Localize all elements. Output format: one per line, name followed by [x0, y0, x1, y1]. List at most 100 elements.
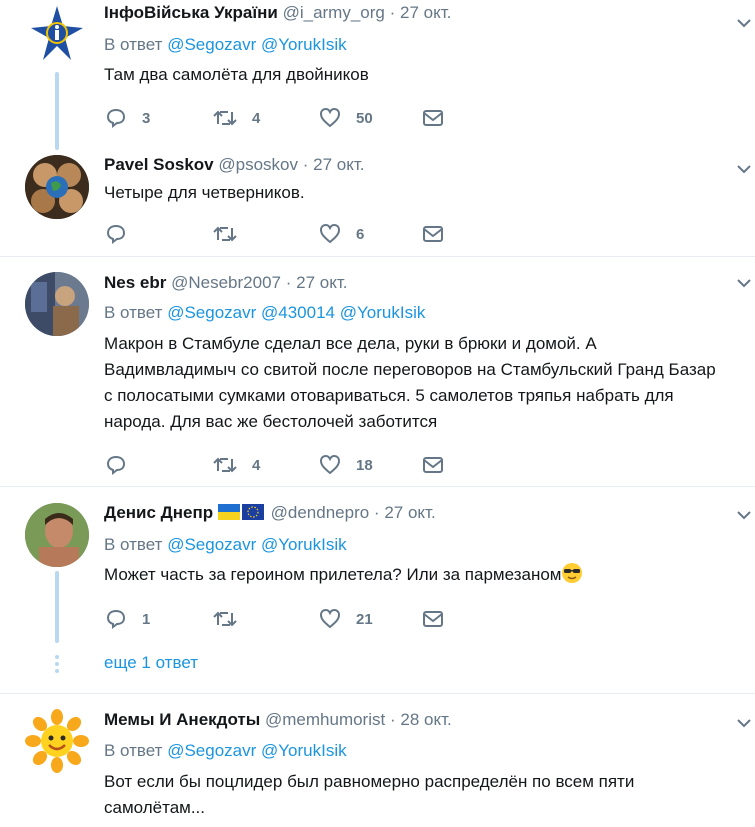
photo-avatar-icon [25, 272, 89, 336]
dm-button[interactable] [422, 222, 444, 246]
timestamp[interactable]: 27 окт. [400, 3, 451, 22]
handle[interactable]: @psoskov [218, 155, 298, 174]
tweet-header: ІнфоВійська України @i_army_org · 27 окт… [104, 2, 451, 24]
tweet-header: Денис Днепр @dendnepro · 27 окт. [104, 502, 436, 524]
like-button[interactable]: 21 [318, 607, 373, 631]
photo-avatar-icon [25, 503, 89, 567]
separator: · [302, 155, 309, 174]
sunflower-icon [25, 709, 89, 773]
reply-icon [106, 609, 126, 629]
dm-button[interactable] [422, 607, 444, 631]
retweet-button[interactable] [212, 222, 238, 246]
tweet[interactable]: Pavel Soskov @psoskov · 27 окт. Четыре д… [0, 150, 755, 255]
timestamp[interactable]: 27 окт. [313, 155, 364, 174]
chevron-down-icon[interactable] [737, 164, 751, 174]
mention-link[interactable]: @Segozavr [167, 35, 256, 54]
thread-line [55, 571, 59, 643]
reply-count: 3 [142, 109, 151, 127]
reply-button[interactable] [104, 222, 128, 246]
mention-link[interactable]: @YorukIsik [261, 741, 347, 760]
handle[interactable]: @dendnepro [271, 503, 370, 522]
reply-button[interactable]: 3 [104, 106, 150, 130]
mention-link[interactable]: @Segozavr [167, 303, 256, 322]
tweet[interactable]: Мемы И Анекдоты @memhumorist · 28 окт. В… [0, 694, 755, 827]
retweet-button[interactable]: 4 [212, 106, 260, 130]
tweet[interactable]: Nes ebr @Nesebr2007 · 27 окт. В ответ @S… [0, 257, 755, 485]
mention-link[interactable]: @YorukIsik [261, 535, 347, 554]
display-name[interactable]: Nes ebr [104, 273, 166, 292]
reply-context: В ответ @Segozavr @YorukIsik [104, 34, 347, 56]
army-emblem-icon [25, 2, 89, 66]
reply-button[interactable]: 1 [104, 607, 150, 631]
reply-icon [106, 224, 126, 244]
chevron-down-icon[interactable] [737, 718, 751, 728]
reply-prefix: В ответ [104, 741, 163, 760]
reply-icon [106, 455, 126, 475]
display-name[interactable]: ІнфоВійська України [104, 3, 278, 22]
avatar[interactable] [25, 709, 89, 773]
display-name[interactable]: Денис Днепр [104, 503, 213, 522]
reply-icon [106, 108, 126, 128]
tweet-header: Pavel Soskov @psoskov · 27 окт. [104, 154, 364, 176]
tweet[interactable]: Денис Днепр @dendnepro · 27 окт. В ответ… [0, 487, 755, 692]
avatar[interactable] [25, 272, 89, 336]
retweet-button[interactable]: 4 [212, 453, 260, 477]
like-button[interactable]: 6 [318, 222, 364, 246]
reply-count: 1 [142, 610, 151, 628]
mention-link[interactable]: @Segozavr [167, 741, 256, 760]
reply-button[interactable] [104, 453, 128, 477]
tweet-text-line: самолётам... [104, 798, 206, 817]
like-button[interactable]: 50 [318, 106, 373, 130]
avatar[interactable] [25, 2, 89, 66]
heart-icon [319, 107, 341, 128]
handle[interactable]: @memhumorist [265, 710, 385, 729]
separator: · [389, 3, 396, 22]
avatar[interactable] [25, 155, 89, 219]
tweet-text: Макрон в Стамбуле сделал все дела, руки … [104, 331, 716, 435]
chevron-down-icon[interactable] [737, 278, 751, 288]
globe-hands-icon [25, 155, 89, 219]
tweet-text: Вот если бы поцлидер был равномерно расп… [104, 769, 634, 821]
display-name[interactable]: Мемы И Анекдоты [104, 710, 260, 729]
like-count: 18 [356, 456, 373, 474]
heart-icon [319, 608, 341, 629]
timestamp[interactable]: 28 окт. [400, 710, 451, 729]
tweet-text-line: Четыре для четверников. [104, 183, 305, 202]
dm-button[interactable] [422, 106, 444, 130]
retweet-count: 4 [252, 109, 261, 127]
reply-prefix: В ответ [104, 535, 163, 554]
reply-context: В ответ @Segozavr @YorukIsik [104, 534, 347, 556]
chevron-down-icon[interactable] [737, 18, 751, 28]
retweet-icon [213, 110, 237, 126]
timestamp[interactable]: 27 окт. [384, 503, 435, 522]
display-name[interactable]: Pavel Soskov [104, 155, 214, 174]
mention-link[interactable]: @YorukIsik [340, 303, 426, 322]
envelope-icon [423, 226, 443, 242]
dm-button[interactable] [422, 453, 444, 477]
avatar[interactable] [25, 503, 89, 567]
like-count: 21 [356, 610, 373, 628]
tweet-header: Мемы И Анекдоты @memhumorist · 28 окт. [104, 709, 452, 731]
show-more-replies-link[interactable]: еще 1 ответ [104, 653, 198, 673]
tweet[interactable]: ІнфоВійська України @i_army_org · 27 окт… [0, 0, 755, 150]
handle[interactable]: @i_army_org [283, 3, 385, 22]
tweet-text-line: Может часть за героином прилетела? Или з… [104, 565, 562, 584]
thread-dot [55, 669, 59, 673]
like-button[interactable]: 18 [318, 453, 373, 477]
mention-link[interactable]: @Segozavr [167, 535, 256, 554]
like-count: 50 [356, 109, 373, 127]
mention-link[interactable]: @YorukIsik [261, 35, 347, 54]
envelope-icon [423, 611, 443, 627]
chevron-down-icon[interactable] [737, 510, 751, 520]
mention-link[interactable]: @430014 [261, 303, 335, 322]
reply-context: В ответ @Segozavr @YorukIsik [104, 740, 347, 762]
reply-context: В ответ @Segozavr @430014 @YorukIsik [104, 302, 425, 324]
handle[interactable]: @Nesebr2007 [171, 273, 281, 292]
thread-line [55, 72, 59, 150]
retweet-button[interactable] [212, 607, 238, 631]
thread-dot [55, 662, 59, 666]
retweet-icon [213, 611, 237, 627]
heart-icon [319, 454, 341, 475]
tweet-actions: 6 [104, 222, 464, 246]
timestamp[interactable]: 27 окт. [296, 273, 347, 292]
